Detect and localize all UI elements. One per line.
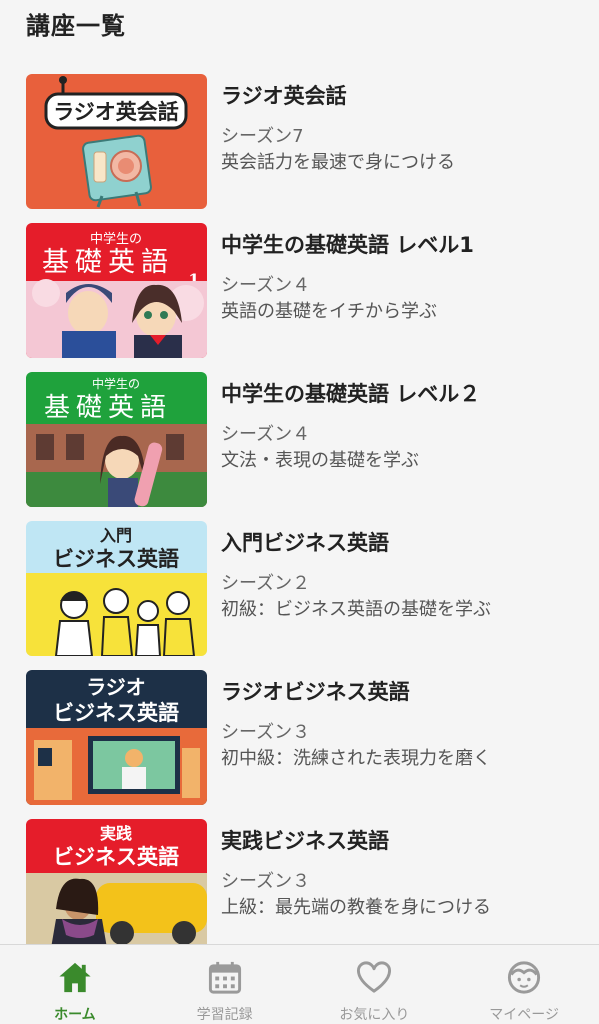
- heart-icon: [357, 961, 392, 993]
- course-season: シーズン４: [221, 424, 311, 445]
- course-description: 上級：最先端の教養を身につける: [221, 897, 491, 918]
- tab-favorites[interactable]: お気に入り: [300, 945, 450, 1024]
- course-description: 英語の基礎をイチから学ぶ: [221, 301, 437, 322]
- course-thumbnail[interactable]: ラジオ英会話: [26, 74, 207, 209]
- kiso-level2-cover: 中学生の 基礎英語 2: [26, 372, 207, 507]
- course-item-radio-business[interactable]: ラジオ ビジネス英語 ラジオビジネス英語 シーズン３ 初中級：洗練された表現力を…: [0, 670, 599, 819]
- tab-home[interactable]: ホーム: [0, 945, 150, 1024]
- course-thumbnail[interactable]: ラジオ ビジネス英語: [26, 670, 207, 805]
- home-icon: [59, 962, 91, 993]
- course-season: シーズン7: [221, 126, 304, 147]
- tab-label: ホーム: [54, 1007, 96, 1023]
- cover-subtitle: 入門: [100, 526, 132, 545]
- tab-label: マイページ: [489, 1007, 559, 1023]
- course-title: 実践ビジネス英語: [221, 829, 389, 853]
- tab-label: 学習記録: [196, 1007, 253, 1023]
- radio-eikaiwa-cover: ラジオ英会話: [26, 74, 207, 209]
- course-title: ラジオ英会話: [221, 84, 347, 108]
- radio-business-cover: ラジオ ビジネス英語: [26, 670, 207, 805]
- jissen-business-cover: 実践 ビジネス英語: [26, 819, 207, 954]
- bottom-tab-bar: ホーム 学習記録 お気に入り マイページ: [0, 944, 599, 1024]
- cover-subtitle: 中学生の: [92, 376, 140, 391]
- course-season: シーズン２: [221, 573, 311, 594]
- tab-label: お気に入り: [339, 1007, 410, 1023]
- course-description: 初中級：洗練された表現力を磨く: [221, 748, 491, 769]
- course-title: 中学生の基礎英語 レベル２: [221, 382, 481, 406]
- cover-title: ビジネス英語: [53, 845, 179, 869]
- cover-title: ビジネス英語: [53, 547, 179, 571]
- course-title: 入門ビジネス英語: [221, 531, 389, 555]
- cover-subtitle: 中学生の: [90, 231, 142, 247]
- course-description: 文法・表現の基礎を学ぶ: [221, 450, 419, 471]
- cover-title: 基礎英語: [44, 393, 172, 423]
- course-description: 英会話力を最速で身につける: [221, 152, 455, 173]
- cover-subtitle: 実践: [100, 824, 132, 843]
- page-title: 講座一覧: [26, 12, 126, 40]
- course-title: 中学生の基礎英語 レベル1: [221, 233, 474, 257]
- nyumon-business-cover: 入門 ビジネス英語: [26, 521, 207, 656]
- tab-my-page[interactable]: マイページ: [449, 945, 599, 1024]
- course-thumbnail[interactable]: 中学生の 基礎英語 1: [26, 223, 207, 358]
- course-thumbnail[interactable]: 入門 ビジネス英語: [26, 521, 207, 656]
- course-item-nyumon-business[interactable]: 入門 ビジネス英語 入門ビジネス英語 シーズン２ 初級：ビジネス英語の基礎を学ぶ: [0, 521, 599, 670]
- cover-title: 基礎英語: [42, 247, 174, 278]
- calendar-icon: [208, 961, 241, 994]
- course-season: シーズン３: [221, 722, 311, 743]
- cover-subtitle: ラジオ: [86, 675, 146, 699]
- course-list: ラジオ英会話 ラジオ英会話 シーズン7 英会話力を最速で身につける 中学生の 基…: [0, 74, 599, 968]
- cover-title: ビジネス英語: [53, 701, 179, 725]
- course-season: シーズン３: [221, 871, 311, 892]
- course-item-radio-eikaiwa[interactable]: ラジオ英会話 ラジオ英会話 シーズン7 英会話力を最速で身につける: [0, 74, 599, 223]
- course-season: シーズン４: [221, 275, 311, 296]
- cover-title: ラジオ英会話: [53, 100, 179, 124]
- course-thumbnail[interactable]: 中学生の 基礎英語 2: [26, 372, 207, 507]
- course-thumbnail[interactable]: 実践 ビジネス英語: [26, 819, 207, 954]
- tab-study-record[interactable]: 学習記録: [150, 945, 300, 1024]
- kiso-level1-cover: 中学生の 基礎英語 1: [26, 223, 207, 358]
- face-icon: [508, 961, 541, 994]
- course-title: ラジオビジネス英語: [221, 680, 410, 704]
- course-description: 初級：ビジネス英語の基礎を学ぶ: [221, 599, 491, 620]
- course-item-kiso-level2[interactable]: 中学生の 基礎英語 2 中学生の基礎英語 レベル２ シーズン４ 文法・表現の基礎…: [0, 372, 599, 521]
- course-item-kiso-level1[interactable]: 中学生の 基礎英語 1 中学生の基礎英語 レベル1 シーズン４ 英語の基礎をイチ…: [0, 223, 599, 372]
